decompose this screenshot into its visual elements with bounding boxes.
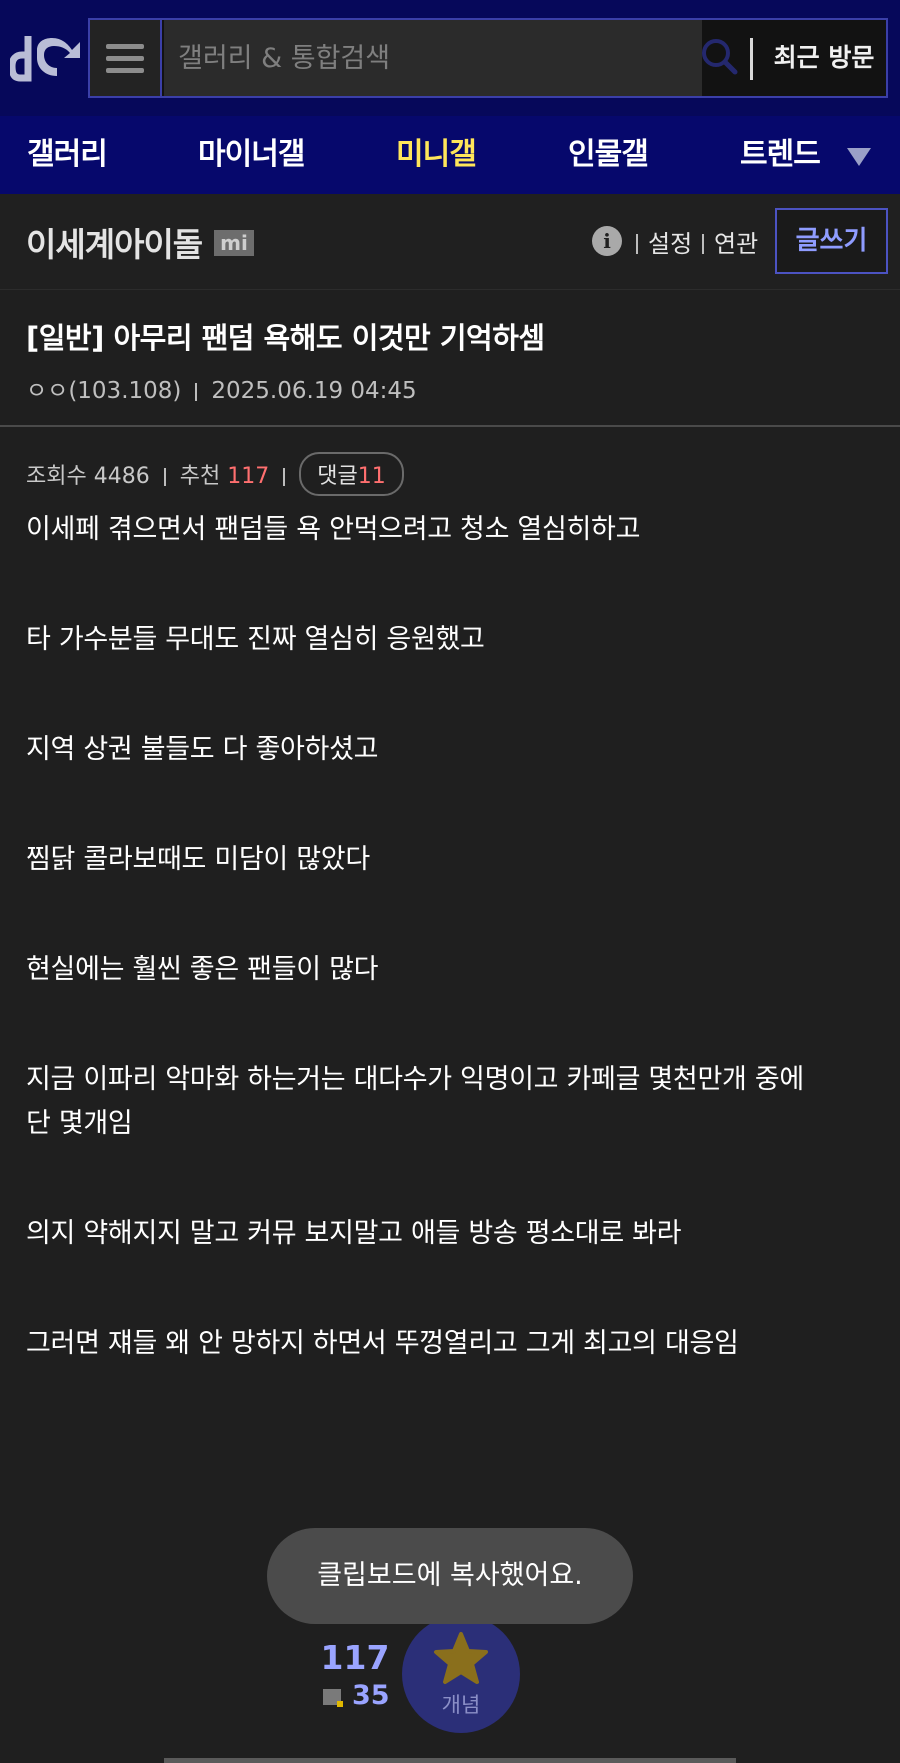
comments-label: 댓글 [317, 464, 358, 489]
search-icon[interactable] [694, 32, 744, 82]
nav-item-trend[interactable]: 트렌드 [740, 116, 821, 194]
post-body-line: 의지 약해지지 말고 커뮤 보지말고 애들 방송 평소대로 봐라 [26, 1218, 682, 1249]
nav-item-person-gallery[interactable]: 인물갤 [568, 116, 649, 194]
nav-item-minor-gallery[interactable]: 마이너갤 [198, 116, 305, 194]
comments-count: 11 [357, 464, 386, 489]
recommend-count: 117 [227, 464, 270, 489]
menu-button[interactable] [90, 20, 162, 96]
comments-button[interactable]: 댓글11 [299, 452, 404, 496]
recommend-label: 추천 [179, 464, 221, 489]
views-label: 조회수 [26, 464, 87, 489]
fixed-nick-icon [323, 1689, 343, 1707]
concept-label: 개념 [441, 1693, 481, 1717]
nav-item-mini-gallery[interactable]: 미니갤 [396, 116, 477, 194]
menu-line [106, 67, 144, 73]
recent-visit-button[interactable]: 최근 방문 [762, 20, 886, 96]
nav-item-gallery[interactable]: 갤러리 [27, 116, 108, 194]
post-body-line: 단 몇개임 [26, 1108, 133, 1139]
post-header: [일반] 아무리 팬덤 욕해도 이것만 기억하셈 ㅇㅇ(103.108) 2025… [0, 291, 900, 427]
clipboard-toast: 클립보드에 복사했어요. [267, 1528, 633, 1624]
separator [636, 234, 638, 254]
separator [702, 234, 704, 254]
recommend-total: 117 [320, 1638, 390, 1677]
separator [163, 468, 166, 486]
post-body-line: 찜닭 콜라보때도 미담이 많았다 [26, 844, 370, 875]
gallery-bar: 이세계아이돌 mi i 설정 연관 글쓰기 [0, 194, 900, 290]
write-button[interactable]: 글쓰기 [775, 208, 888, 274]
top-header: 최근 방문 [0, 0, 900, 116]
separator [195, 382, 198, 401]
post-body-line: 지역 상권 불들도 다 좋아하셨고 [26, 734, 379, 765]
chevron-down-icon[interactable] [845, 146, 873, 168]
post-body-line: 타 가수분들 무대도 진짜 열심히 응원했고 [26, 624, 485, 655]
concept-button[interactable]: 개념 [402, 1615, 520, 1733]
post-stats: 조회수 4486 추천 117 댓글11 [26, 452, 404, 496]
post-author[interactable]: ㅇㅇ(103.108) [26, 378, 181, 404]
star-icon [434, 1632, 488, 1684]
post-body-line: 그러면 쟤들 왜 안 망하지 하면서 뚜껑열리고 그게 최고의 대응임 [26, 1328, 739, 1359]
menu-line [106, 43, 144, 49]
fixed-nick-count: 35 [352, 1680, 390, 1711]
post-body-line: 지금 이파리 악마화 하는거는 대다수가 익명이고 카페글 몇천만개 중에 [26, 1064, 804, 1095]
main-nav: 갤러리 마이너갤 미니갤 인물갤 트렌드 [0, 116, 900, 194]
settings-link[interactable]: 설정 [648, 224, 692, 259]
mini-gallery-badge: mi [214, 230, 254, 256]
gallery-name[interactable]: 이세계아이돌 [26, 218, 203, 266]
search-divider [750, 38, 753, 80]
post-date: 2025.06.19 04:45 [211, 378, 417, 404]
search-bar: 최근 방문 [88, 18, 888, 98]
post-meta: ㅇㅇ(103.108) 2025.06.19 04:45 [26, 371, 417, 405]
search-input[interactable] [164, 20, 702, 96]
views-count: 4486 [93, 464, 150, 489]
post-title: [일반] 아무리 팬덤 욕해도 이것만 기억하셈 [26, 321, 545, 355]
separator [283, 468, 286, 486]
dc-logo-icon[interactable] [10, 28, 84, 86]
home-indicator [164, 1758, 736, 1763]
post-body-line: 현실에는 훨씬 좋은 팬들이 많다 [26, 954, 379, 985]
related-link[interactable]: 연관 [714, 224, 758, 259]
post-body-line: 이세페 겪으면서 팬덤들 욕 안먹으려고 청소 열심히하고 [26, 514, 641, 545]
info-icon[interactable]: i [592, 226, 622, 256]
menu-line [106, 55, 144, 61]
